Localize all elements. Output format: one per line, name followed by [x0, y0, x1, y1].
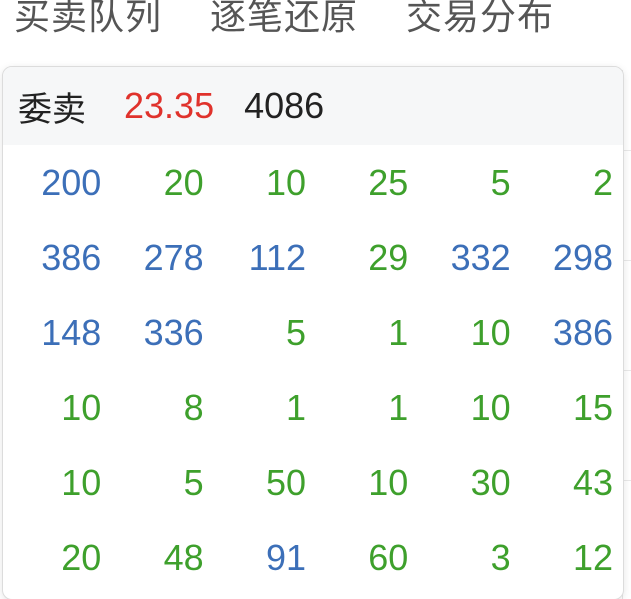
order-qty-cell: 386	[552, 311, 613, 353]
sell-volume: 4086	[244, 85, 325, 126]
order-qty-cell: 50	[265, 461, 306, 503]
order-qty-cell: 1	[285, 386, 306, 428]
order-qty-cell: 5	[285, 311, 306, 353]
order-qty-cell: 336	[143, 311, 204, 353]
tab-bar: 买卖队列 逐笔还原 交易分布	[0, 0, 588, 42]
tab-order-queue[interactable]: 买卖队列	[14, 0, 162, 40]
order-qty-cell: 29	[368, 236, 409, 278]
order-qty-cell: 5	[183, 461, 204, 503]
sell-price: 23.35	[124, 85, 215, 126]
order-qty-cell: 10	[265, 161, 306, 203]
order-qty-cell: 10	[470, 311, 511, 353]
order-qty-cell: 12	[572, 536, 613, 578]
order-qty-cell: 25	[368, 161, 409, 203]
order-qty-cell: 10	[470, 386, 511, 428]
order-qty-cell: 200	[41, 161, 102, 203]
order-qty-cell: 10	[61, 386, 102, 428]
order-qty-cell: 148	[41, 311, 102, 353]
order-qty-cell: 10	[368, 461, 409, 503]
order-qty-cell: 48	[163, 536, 204, 578]
order-qty-cell: 278	[143, 236, 204, 278]
order-qty-cell: 112	[248, 236, 306, 278]
order-qty-cell: 386	[41, 236, 102, 278]
order-qty-cell: 10	[61, 461, 102, 503]
tab-trade-distribution[interactable]: 交易分布	[406, 0, 554, 40]
order-qty-cell: 1	[388, 386, 409, 428]
order-qty-cell: 3	[490, 536, 511, 578]
order-qty-cell: 298	[552, 236, 613, 278]
order-qty-cell: 20	[61, 536, 102, 578]
order-qty-cell: 60	[368, 536, 409, 578]
order-qty-cell: 43	[572, 461, 613, 503]
popover-header: 委卖 23.35 4086	[3, 67, 623, 145]
app-root: 买卖队列 逐笔还原 交易分布 委卖 23.35 4086 200 20 10 25 5 2…	[0, 0, 631, 599]
order-qty-cell: 8	[183, 386, 204, 428]
order-qty-cell: 5	[490, 161, 511, 203]
sell-label: 委卖	[18, 89, 86, 130]
order-qty-cell: 2	[592, 161, 613, 203]
order-qty-cell: 332	[450, 236, 511, 278]
order-qty-cell: 1	[388, 311, 409, 353]
sell-order-popover: 委卖 23.35 4086 200 20 10 25 5 2 386 278 112 29 332 2…	[2, 66, 624, 599]
order-qty-cell: 20	[163, 161, 204, 203]
order-qty-cell: 15	[572, 386, 613, 428]
order-qty-cell: 30	[470, 461, 511, 503]
order-queue-grid: 200 20 10 25 5 2 386 278 112 29 332 298 148 336 5 1 10 38…	[3, 145, 623, 595]
tab-tick-replay[interactable]: 逐笔还原	[210, 0, 358, 40]
order-qty-cell: 91	[265, 536, 306, 578]
